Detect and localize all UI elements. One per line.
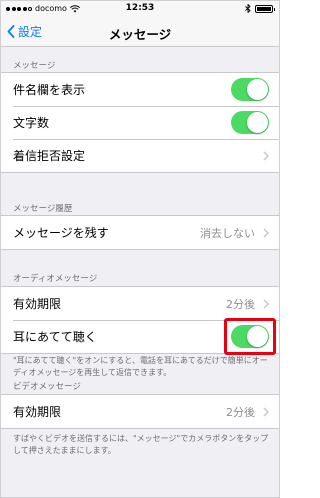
row-character-count: 文字数: [1, 106, 279, 139]
row-value: 2分後: [226, 405, 255, 419]
group-message: 件名欄を表示 文字数 着信拒否設定: [1, 72, 279, 173]
group-history: メッセージを残す 消去しない: [1, 215, 279, 250]
chevron-right-icon: [263, 407, 269, 417]
video-footer-note: すばやくビデオを送信するには、"メッセージ"でカメラボタンをタップして押さえたま…: [13, 434, 269, 455]
row-label: 耳にあてて聴く: [13, 330, 97, 344]
row-label: 件名欄を表示: [13, 83, 86, 97]
row-audio-expire[interactable]: 有効期限 2分後: [1, 287, 279, 320]
row-video-expire[interactable]: 有効期限 2分後: [1, 395, 279, 428]
row-label: 着信拒否設定: [13, 149, 86, 163]
battery-icon: [255, 4, 275, 13]
toggle-knob: [247, 112, 268, 133]
row-block-settings[interactable]: 着信拒否設定: [1, 139, 279, 172]
toggle-knob: [247, 79, 268, 100]
row-value: 消去しない: [200, 226, 255, 240]
show-subject-toggle[interactable]: [231, 78, 269, 101]
section-header-audio: オーディオメッセージ: [13, 274, 98, 284]
row-raise-to-listen: 耳にあてて聴く: [1, 318, 279, 355]
group-video: 有効期限 2分後: [1, 394, 279, 429]
row-keep-messages[interactable]: メッセージを残す 消去しない: [1, 216, 279, 249]
row-label: 文字数: [13, 116, 50, 130]
navigation-bar: 設定 メッセージ: [1, 17, 279, 47]
row-show-subject: 件名欄を表示: [1, 73, 279, 106]
status-bar: docomo 12:53: [1, 1, 279, 17]
row-label: 有効期限: [13, 297, 62, 311]
audio-footer-note: "耳にあてて聴く"をオンにすると、電話を耳にあてるだけで簡単にオーディオメッセー…: [13, 356, 268, 377]
group-audio: 有効期限 2分後 耳にあてて聴く: [1, 286, 279, 355]
chevron-right-icon: [263, 151, 269, 161]
section-header-message: メッセージ: [13, 61, 56, 71]
phone-screen: docomo 12:53 設定 メッセージ メッセージ 件名欄を表示 文字数 着…: [0, 0, 280, 498]
highlight-box: [224, 318, 276, 355]
section-header-history: メッセージ履歴: [13, 204, 73, 214]
row-value: 2分後: [226, 297, 255, 311]
character-count-toggle[interactable]: [231, 111, 269, 134]
chevron-right-icon: [263, 228, 269, 238]
row-label: 有効期限: [13, 405, 62, 419]
bluetooth-icon: [245, 4, 251, 13]
section-header-video: ビデオメッセージ: [13, 382, 81, 392]
page-title: メッセージ: [108, 27, 172, 42]
status-time: 12:53: [125, 3, 155, 13]
row-label: メッセージを残す: [13, 226, 109, 240]
chevron-right-icon: [263, 299, 269, 309]
